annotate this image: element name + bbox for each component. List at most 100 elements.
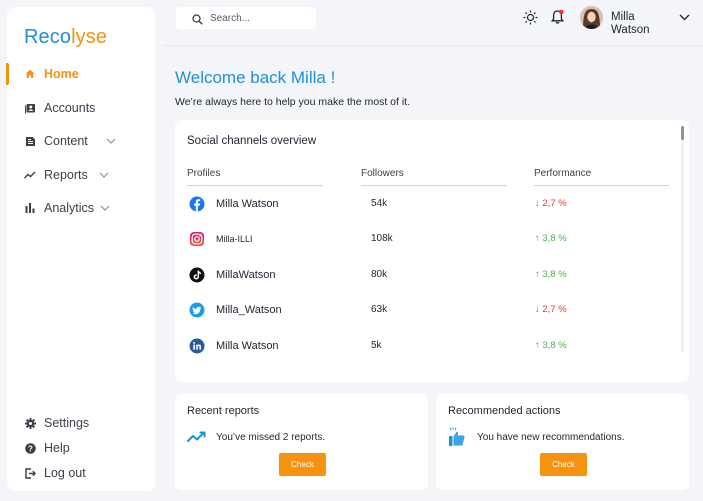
profile-name: Milla_Watson <box>216 304 282 316</box>
performance-text: 2,7 % <box>542 304 567 315</box>
column-underline <box>187 185 323 186</box>
sidebar-item-home[interactable]: Home <box>6 62 155 86</box>
sidebar-item-content[interactable]: Content <box>7 129 155 153</box>
recent-reports-card: Recent reports You’ve missed 2 reports. … <box>175 394 428 490</box>
card-message: You’ve missed 2 reports. <box>216 432 326 443</box>
user-last-name: Watson <box>611 24 650 36</box>
twitter-icon <box>189 302 205 318</box>
performance-value: ↑ 3,8 % <box>535 233 567 244</box>
profile-name: Milla Watson <box>216 198 279 210</box>
scrollbar[interactable] <box>681 126 684 352</box>
sidebar-item-reports[interactable]: Reports <box>7 163 155 187</box>
table-row[interactable]: Milla-ILLI 108k ↑ 3,8 % <box>175 229 680 249</box>
home-icon <box>24 68 36 80</box>
check-reports-button[interactable]: Check <box>279 453 326 476</box>
user-name[interactable]: Milla Watson <box>611 11 671 37</box>
arrow-down-icon: ↓ <box>535 198 540 209</box>
card-title: Social channels overview <box>187 135 317 147</box>
sidebar-item-label: Home <box>44 67 79 81</box>
profile-name: Milla Watson <box>216 340 279 352</box>
check-recommendations-button[interactable]: Check <box>540 453 587 476</box>
instagram-icon <box>189 231 205 247</box>
brand-logo-part-1: Reco <box>24 26 72 48</box>
logout-icon <box>24 467 36 479</box>
performance-text: 2,7 % <box>542 198 567 209</box>
chevron-down-icon[interactable] <box>100 203 110 213</box>
recommended-actions-card: Recommended actions You have new recomme… <box>436 394 689 490</box>
social-channels-card: Social channels overview Profiles Follow… <box>175 120 689 382</box>
column-underline <box>534 185 669 186</box>
sidebar-item-label: Settings <box>44 416 90 430</box>
trend-icon <box>24 169 36 181</box>
user-first-name: Milla <box>611 11 635 23</box>
user-menu-chevron-down-icon[interactable] <box>679 13 690 21</box>
topbar-divider <box>163 45 703 46</box>
brand-logo-part-2: lyse <box>71 26 108 48</box>
table-row[interactable]: Milla Watson 5k ↑ 3,8 % <box>175 336 680 356</box>
sidebar: Recolyse Home Accounts Content Reports A… <box>6 7 155 491</box>
page-title: Welcome back Milla ! <box>175 68 336 87</box>
help-icon: ? <box>24 442 36 454</box>
arrow-up-icon: ↑ <box>535 233 540 244</box>
profile-name: MillaWatson <box>216 269 276 281</box>
performance-text: 3,8 % <box>542 340 567 351</box>
performance-value: ↑ 3,8 % <box>535 269 567 280</box>
facebook-icon <box>189 196 205 212</box>
thumbs-up-icon <box>448 427 466 452</box>
theme-toggle-sun-icon[interactable] <box>523 10 538 25</box>
column-header-profiles: Profiles <box>187 168 221 179</box>
performance-value: ↓ 2,7 % <box>535 198 567 209</box>
column-underline <box>361 185 507 186</box>
sidebar-item-accounts[interactable]: Accounts <box>7 96 155 120</box>
chevron-down-icon[interactable] <box>106 136 116 146</box>
column-header-performance: Performance <box>534 168 592 179</box>
table-row[interactable]: MillaWatson 80k ↑ 3,8 % <box>175 265 680 285</box>
followers-count: 80k <box>371 269 388 280</box>
trend-up-icon <box>187 430 207 448</box>
followers-count: 108k <box>371 233 393 244</box>
followers-count: 63k <box>371 304 388 315</box>
bar-chart-icon <box>24 202 36 214</box>
linkedin-icon <box>189 338 205 354</box>
search-input[interactable] <box>210 11 310 25</box>
table-row[interactable]: Milla Watson 54k ↓ 2,7 % <box>175 194 680 214</box>
sidebar-item-label: Reports <box>44 168 88 182</box>
sidebar-item-help[interactable]: ? Help <box>7 436 155 460</box>
sidebar-item-settings[interactable]: Settings <box>7 411 155 435</box>
card-title: Recommended actions <box>448 405 561 417</box>
arrow-down-icon: ↓ <box>535 304 540 315</box>
sidebar-item-label: Help <box>44 441 70 455</box>
column-header-followers: Followers <box>361 168 404 179</box>
notification-bell-icon[interactable] <box>550 9 565 25</box>
performance-value: ↑ 3,8 % <box>535 340 567 351</box>
sidebar-item-label: Accounts <box>44 101 96 115</box>
card-message: You have new recommendations. <box>477 432 625 443</box>
avatar[interactable] <box>580 6 603 29</box>
brand-logo[interactable]: Recolyse <box>24 26 107 49</box>
gear-icon <box>24 417 36 429</box>
table-row[interactable]: Milla_Watson 63k ↓ 2,7 % <box>175 300 680 320</box>
accounts-icon <box>24 102 36 114</box>
search-icon <box>192 12 203 30</box>
followers-count: 5k <box>371 340 382 351</box>
sidebar-item-label: Content <box>44 134 88 148</box>
tiktok-icon <box>189 267 205 283</box>
page-subtitle: We’re always here to help you make the m… <box>175 96 410 108</box>
sidebar-item-logout[interactable]: Log out <box>7 461 155 485</box>
search-box[interactable] <box>176 7 316 29</box>
chevron-down-icon[interactable] <box>99 170 109 180</box>
performance-text: 3,8 % <box>542 233 567 244</box>
arrow-up-icon: ↑ <box>535 340 540 351</box>
sidebar-item-label: Analytics <box>44 201 95 215</box>
sidebar-item-analytics[interactable]: Analytics <box>7 196 155 220</box>
profile-name: Milla-ILLI <box>216 234 253 244</box>
sidebar-item-label: Log out <box>44 466 86 480</box>
arrow-up-icon: ↑ <box>535 269 540 280</box>
performance-value: ↓ 2,7 % <box>535 304 567 315</box>
scrollbar-thumb[interactable] <box>681 126 684 140</box>
content-icon <box>24 135 36 147</box>
performance-text: 3,8 % <box>542 269 567 280</box>
followers-count: 54k <box>371 198 388 209</box>
svg-text:?: ? <box>28 444 33 453</box>
card-title: Recent reports <box>187 405 260 417</box>
